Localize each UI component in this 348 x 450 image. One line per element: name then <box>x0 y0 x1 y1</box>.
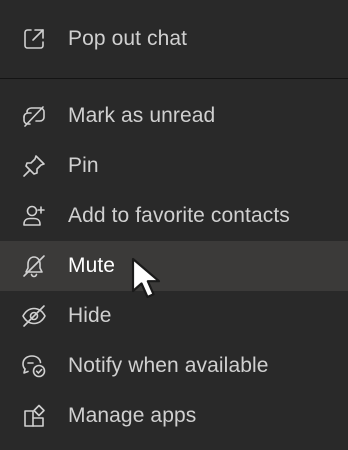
menu-item-label: Manage apps <box>68 404 197 427</box>
chat-context-menu: Pop out chat Mark as unread Pin Add to f… <box>0 0 348 450</box>
menu-item-hide[interactable]: Hide <box>0 291 348 341</box>
menu-item-mark-as-unread[interactable]: Mark as unread <box>0 91 348 141</box>
menu-item-label: Add to favorite contacts <box>68 204 290 227</box>
pop-out-icon <box>20 25 48 53</box>
menu-item-label: Pin <box>68 154 99 177</box>
pin-icon <box>20 152 48 180</box>
menu-item-label: Mark as unread <box>68 104 216 127</box>
menu-item-label: Pop out chat <box>68 27 188 50</box>
notify-status-icon <box>20 352 48 380</box>
menu-item-label: Notify when available <box>68 354 269 377</box>
eye-off-icon <box>20 302 48 330</box>
menu-item-mute[interactable]: Mute <box>0 241 348 291</box>
menu-item-label: Hide <box>68 304 112 327</box>
menu-item-notify-when-available[interactable]: Notify when available <box>0 341 348 391</box>
menu-item-manage-apps[interactable]: Manage apps <box>0 391 348 441</box>
apps-icon <box>20 402 48 430</box>
menu-item-add-to-favorite-contacts[interactable]: Add to favorite contacts <box>0 191 348 241</box>
bell-off-icon <box>20 252 48 280</box>
menu-item-label: Mute <box>68 254 116 277</box>
menu-item-pin[interactable]: Pin <box>0 141 348 191</box>
add-person-icon <box>20 202 48 230</box>
mark-unread-icon <box>20 102 48 130</box>
menu-item-pop-out-chat[interactable]: Pop out chat <box>0 14 348 64</box>
menu-divider <box>0 78 348 79</box>
